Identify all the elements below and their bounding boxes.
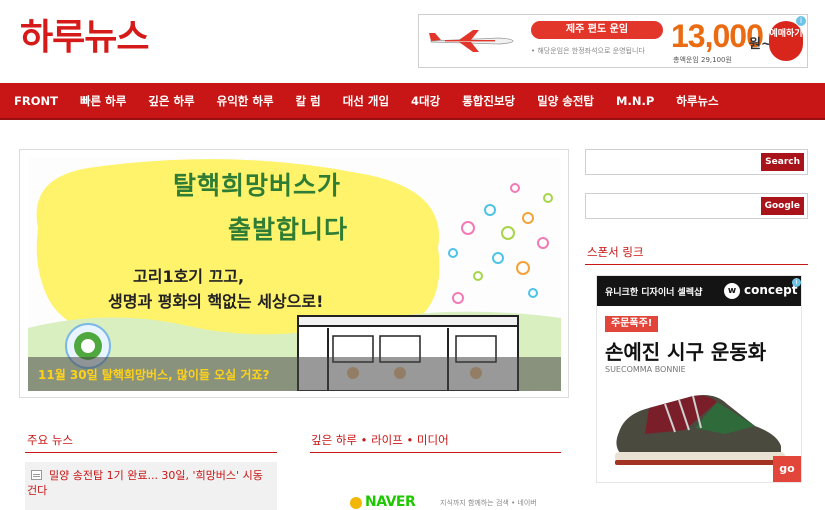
adchoices-icon[interactable]: i (792, 278, 801, 287)
main-news-divider (25, 452, 277, 453)
route-label: 제주 편도 운임 (531, 21, 663, 39)
nav-item-front[interactable]: FRONT (3, 94, 69, 108)
google-search-box: Google (585, 193, 808, 219)
google-search-button[interactable]: Google (760, 197, 804, 215)
ad-total-price: 총액운임 29,100원 (673, 56, 732, 64)
main-news-heading: 주요 뉴스 (27, 433, 73, 447)
sponsor-brand: concept (744, 283, 798, 297)
site-search-box: Search (585, 149, 808, 175)
nav-item-progressive-party[interactable]: 통합진보당 (451, 93, 526, 109)
main-navigation: FRONT 빠른 하루 깊은 하루 유익한 하루 칼 럼 대선 개입 4대강 통… (0, 83, 825, 120)
sponsor-ad-product-name: SUECOMMA BONNIE (605, 365, 686, 374)
sneaker-image (615, 395, 785, 465)
deep-life-media-heading: 깊은 하루 • 라이프 • 미디어 (311, 433, 449, 447)
nav-item-election[interactable]: 대선 개입 (332, 93, 400, 109)
naver-logo: NAVER (365, 494, 416, 510)
list-item[interactable]: 밀양 송전탑 1기 완료... 30일, '희망버스' 시동 건다 (25, 462, 277, 510)
sponsor-links-heading: 스폰서 링크 (587, 245, 644, 259)
sponsor-ad-tag: 주문폭주! (605, 316, 659, 332)
nav-item-useful[interactable]: 유익한 하루 (206, 93, 285, 109)
sponsor-go-button[interactable]: go (773, 456, 801, 482)
feature-title-line1: 탈핵희망버스가 (173, 171, 342, 200)
sponsor-ad-headline: 손예진 시구 운동화 (605, 340, 767, 364)
sponsor-ad-header: 유니크한 디자이너 셀렉샵 w concept i (597, 276, 801, 306)
slide-caption-link[interactable]: 11월 30일 탈핵희망버스, 많이들 오실 거죠? (38, 366, 269, 383)
google-search-input[interactable] (586, 194, 766, 218)
sponsor-divider (585, 264, 808, 265)
site-search-input[interactable] (586, 150, 766, 174)
bee-icon (350, 497, 362, 509)
nav-item-fast[interactable]: 빠른 하루 (69, 93, 137, 109)
slide-caption-bar[interactable]: 11월 30일 탈핵희망버스, 많이들 오실 거죠? (28, 357, 561, 391)
adchoices-icon[interactable]: i (796, 16, 806, 26)
naver-tagline: 지식까지 함께하는 검색 • 네이버 (440, 499, 537, 507)
site-logo[interactable]: 하루뉴스 (20, 8, 149, 60)
news-headline-link[interactable]: 밀양 송전탑 1기 완료... 30일, '희망버스' 시동 건다 (27, 468, 273, 498)
feature-subtitle-line1: 고리1호기 끄고, (133, 267, 245, 286)
top-banner-ad[interactable]: 제주 편도 운임 • 해당운임은 한정좌석으로 운영됩니다 13,000 원~ … (418, 14, 808, 68)
feature-title-line2: 출발합니다 (228, 215, 349, 244)
nav-item-deep[interactable]: 깊은 하루 (137, 93, 205, 109)
wconcept-logo-icon: w (724, 283, 740, 299)
nav-item-column[interactable]: 칼 럼 (285, 93, 332, 109)
feature-subtitle-line2: 생명과 평화의 핵없는 세상으로! (108, 292, 324, 311)
featured-slide[interactable]: 탈핵희망버스가 출발합니다 고리1호기 끄고, 생명과 평화의 핵없는 세상으로… (28, 158, 561, 391)
ad-fine-print: • 해당운임은 한정좌석으로 운영됩니다 (531, 47, 645, 55)
airplane-icon (429, 30, 514, 52)
nav-item-miryang[interactable]: 밀양 송전탑 (526, 93, 605, 109)
sponsor-ad[interactable]: 유니크한 디자이너 셀렉샵 w concept i 주문폭주! 손예진 시구 운… (596, 275, 802, 483)
nav-item-mnp[interactable]: M.N.P (605, 94, 665, 108)
sponsor-ad-tagline: 유니크한 디자이너 셀렉샵 (605, 288, 703, 298)
book-now-button[interactable]: 예매하기 (769, 21, 803, 61)
search-button[interactable]: Search (761, 153, 804, 171)
nav-item-haru-news[interactable]: 하루뉴스 (665, 93, 729, 109)
nav-item-four-rivers[interactable]: 4대강 (400, 93, 451, 109)
deep-section-divider (310, 452, 561, 453)
featured-slider: 탈핵희망버스가 출발합니다 고리1호기 끄고, 생명과 평화의 핵없는 세상으로… (19, 149, 569, 398)
